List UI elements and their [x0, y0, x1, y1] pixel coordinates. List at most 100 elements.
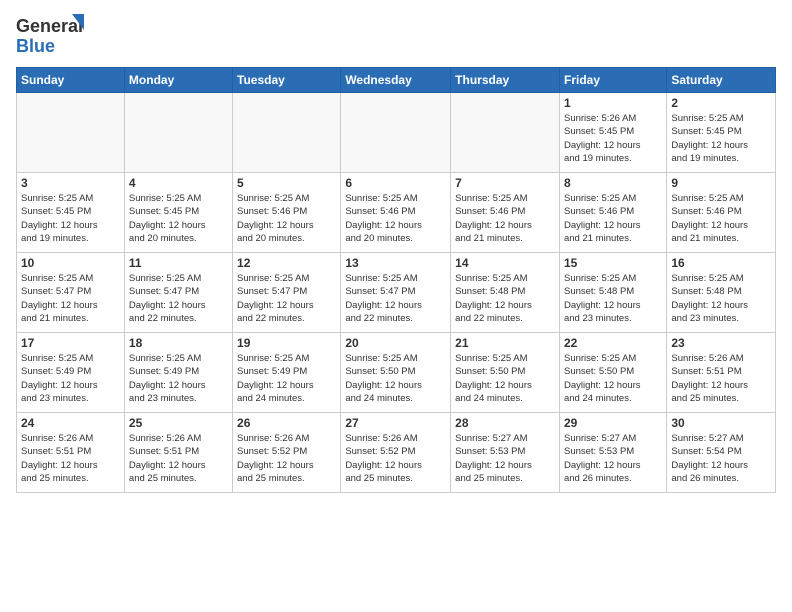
day-cell: 9 Sunrise: 5:25 AM Sunset: 5:46 PM Daylig…	[667, 173, 776, 253]
weekday-header-monday: Monday	[124, 68, 232, 93]
day-number: 8	[564, 176, 662, 190]
day-info: Sunrise: 5:25 AM Sunset: 5:49 PM Dayligh…	[129, 352, 228, 405]
day-info: Sunrise: 5:25 AM Sunset: 5:47 PM Dayligh…	[21, 272, 120, 325]
weekday-header-tuesday: Tuesday	[233, 68, 341, 93]
day-info: Sunrise: 5:26 AM Sunset: 5:52 PM Dayligh…	[345, 432, 446, 485]
day-cell: 20Sunrise: 5:25 AM Sunset: 5:50 PM Dayli…	[341, 333, 451, 413]
logo: GeneralBlue	[16, 12, 86, 57]
day-cell: 28 Sunrise: 5:27 AM Sunset: 5:53 PM Dayli…	[451, 413, 560, 493]
day-cell: 13 Sunrise: 5:25 AM Sunset: 5:47 PM Dayli…	[341, 253, 451, 333]
weekday-header-friday: Friday	[559, 68, 666, 93]
day-number: 3	[21, 176, 120, 190]
day-cell	[451, 93, 560, 173]
day-info: Sunrise: 5:26 AM Sunset: 5:51 PM Dayligh…	[21, 432, 120, 485]
day-number: 1	[564, 96, 662, 110]
day-number: 13	[345, 256, 446, 270]
weekday-header-saturday: Saturday	[667, 68, 776, 93]
svg-text:General: General	[16, 16, 83, 36]
day-cell: 1 Sunrise: 5:26 AM Sunset: 5:45 PM Daylig…	[559, 93, 666, 173]
week-row-2: 10 Sunrise: 5:25 AM Sunset: 5:47 PM Dayli…	[17, 253, 776, 333]
day-cell: 14Sunrise: 5:25 AM Sunset: 5:48 PM Dayli…	[451, 253, 560, 333]
header: GeneralBlue	[16, 12, 776, 57]
day-number: 24	[21, 416, 120, 430]
day-cell: 29Sunrise: 5:27 AM Sunset: 5:53 PM Dayli…	[559, 413, 666, 493]
day-info: Sunrise: 5:27 AM Sunset: 5:53 PM Dayligh…	[455, 432, 555, 485]
day-info: Sunrise: 5:25 AM Sunset: 5:50 PM Dayligh…	[455, 352, 555, 405]
day-number: 11	[129, 256, 228, 270]
day-cell: 7 Sunrise: 5:25 AM Sunset: 5:46 PM Daylig…	[451, 173, 560, 253]
day-number: 17	[21, 336, 120, 350]
day-number: 27	[345, 416, 446, 430]
day-cell: 25 Sunrise: 5:26 AM Sunset: 5:51 PM Dayli…	[124, 413, 232, 493]
day-info: Sunrise: 5:26 AM Sunset: 5:51 PM Dayligh…	[671, 352, 771, 405]
day-cell: 23 Sunrise: 5:26 AM Sunset: 5:51 PM Dayli…	[667, 333, 776, 413]
logo-icon: GeneralBlue	[16, 12, 86, 57]
day-cell: 4 Sunrise: 5:25 AM Sunset: 5:45 PM Daylig…	[124, 173, 232, 253]
day-number: 18	[129, 336, 228, 350]
day-number: 25	[129, 416, 228, 430]
day-cell: 26Sunrise: 5:26 AM Sunset: 5:52 PM Dayli…	[233, 413, 341, 493]
day-cell: 8 Sunrise: 5:25 AM Sunset: 5:46 PM Daylig…	[559, 173, 666, 253]
day-number: 6	[345, 176, 446, 190]
day-cell: 11Sunrise: 5:25 AM Sunset: 5:47 PM Dayli…	[124, 253, 232, 333]
day-number: 9	[671, 176, 771, 190]
day-info: Sunrise: 5:25 AM Sunset: 5:46 PM Dayligh…	[345, 192, 446, 245]
day-number: 16	[671, 256, 771, 270]
day-info: Sunrise: 5:26 AM Sunset: 5:45 PM Dayligh…	[564, 112, 662, 165]
day-info: Sunrise: 5:25 AM Sunset: 5:45 PM Dayligh…	[21, 192, 120, 245]
day-info: Sunrise: 5:25 AM Sunset: 5:46 PM Dayligh…	[455, 192, 555, 245]
day-info: Sunrise: 5:25 AM Sunset: 5:47 PM Dayligh…	[345, 272, 446, 325]
day-number: 5	[237, 176, 336, 190]
day-info: Sunrise: 5:25 AM Sunset: 5:48 PM Dayligh…	[671, 272, 771, 325]
day-cell: 12Sunrise: 5:25 AM Sunset: 5:47 PM Dayli…	[233, 253, 341, 333]
week-row-0: 1 Sunrise: 5:26 AM Sunset: 5:45 PM Daylig…	[17, 93, 776, 173]
day-cell	[17, 93, 125, 173]
day-number: 4	[129, 176, 228, 190]
day-cell: 22Sunrise: 5:25 AM Sunset: 5:50 PM Dayli…	[559, 333, 666, 413]
day-cell: 21Sunrise: 5:25 AM Sunset: 5:50 PM Dayli…	[451, 333, 560, 413]
day-info: Sunrise: 5:26 AM Sunset: 5:52 PM Dayligh…	[237, 432, 336, 485]
day-number: 10	[21, 256, 120, 270]
week-row-3: 17 Sunrise: 5:25 AM Sunset: 5:49 PM Dayli…	[17, 333, 776, 413]
day-cell: 18 Sunrise: 5:25 AM Sunset: 5:49 PM Dayli…	[124, 333, 232, 413]
day-number: 15	[564, 256, 662, 270]
day-number: 19	[237, 336, 336, 350]
day-info: Sunrise: 5:25 AM Sunset: 5:49 PM Dayligh…	[237, 352, 336, 405]
day-info: Sunrise: 5:25 AM Sunset: 5:45 PM Dayligh…	[129, 192, 228, 245]
day-info: Sunrise: 5:25 AM Sunset: 5:47 PM Dayligh…	[237, 272, 336, 325]
day-cell: 16 Sunrise: 5:25 AM Sunset: 5:48 PM Dayli…	[667, 253, 776, 333]
day-cell: 24 Sunrise: 5:26 AM Sunset: 5:51 PM Dayli…	[17, 413, 125, 493]
day-info: Sunrise: 5:25 AM Sunset: 5:49 PM Dayligh…	[21, 352, 120, 405]
day-info: Sunrise: 5:25 AM Sunset: 5:45 PM Dayligh…	[671, 112, 771, 165]
weekday-header-sunday: Sunday	[17, 68, 125, 93]
day-cell	[233, 93, 341, 173]
calendar-table: SundayMondayTuesdayWednesdayThursdayFrid…	[16, 67, 776, 493]
weekday-header-wednesday: Wednesday	[341, 68, 451, 93]
day-cell: 30 Sunrise: 5:27 AM Sunset: 5:54 PM Dayli…	[667, 413, 776, 493]
svg-text:Blue: Blue	[16, 36, 55, 56]
day-cell: 15 Sunrise: 5:25 AM Sunset: 5:48 PM Dayli…	[559, 253, 666, 333]
day-number: 30	[671, 416, 771, 430]
day-number: 23	[671, 336, 771, 350]
day-info: Sunrise: 5:25 AM Sunset: 5:46 PM Dayligh…	[671, 192, 771, 245]
day-cell: 3 Sunrise: 5:25 AM Sunset: 5:45 PM Daylig…	[17, 173, 125, 253]
day-info: Sunrise: 5:25 AM Sunset: 5:46 PM Dayligh…	[564, 192, 662, 245]
day-number: 22	[564, 336, 662, 350]
day-info: Sunrise: 5:25 AM Sunset: 5:50 PM Dayligh…	[345, 352, 446, 405]
day-number: 14	[455, 256, 555, 270]
weekday-header-row: SundayMondayTuesdayWednesdayThursdayFrid…	[17, 68, 776, 93]
day-cell: 2 Sunrise: 5:25 AM Sunset: 5:45 PM Daylig…	[667, 93, 776, 173]
weekday-header-thursday: Thursday	[451, 68, 560, 93]
day-number: 28	[455, 416, 555, 430]
day-number: 7	[455, 176, 555, 190]
day-cell: 6 Sunrise: 5:25 AM Sunset: 5:46 PM Daylig…	[341, 173, 451, 253]
day-info: Sunrise: 5:27 AM Sunset: 5:54 PM Dayligh…	[671, 432, 771, 485]
day-cell: 17 Sunrise: 5:25 AM Sunset: 5:49 PM Dayli…	[17, 333, 125, 413]
day-cell	[124, 93, 232, 173]
day-info: Sunrise: 5:25 AM Sunset: 5:48 PM Dayligh…	[564, 272, 662, 325]
week-row-1: 3 Sunrise: 5:25 AM Sunset: 5:45 PM Daylig…	[17, 173, 776, 253]
day-info: Sunrise: 5:25 AM Sunset: 5:46 PM Dayligh…	[237, 192, 336, 245]
day-cell: 27 Sunrise: 5:26 AM Sunset: 5:52 PM Dayli…	[341, 413, 451, 493]
day-number: 2	[671, 96, 771, 110]
day-info: Sunrise: 5:26 AM Sunset: 5:51 PM Dayligh…	[129, 432, 228, 485]
